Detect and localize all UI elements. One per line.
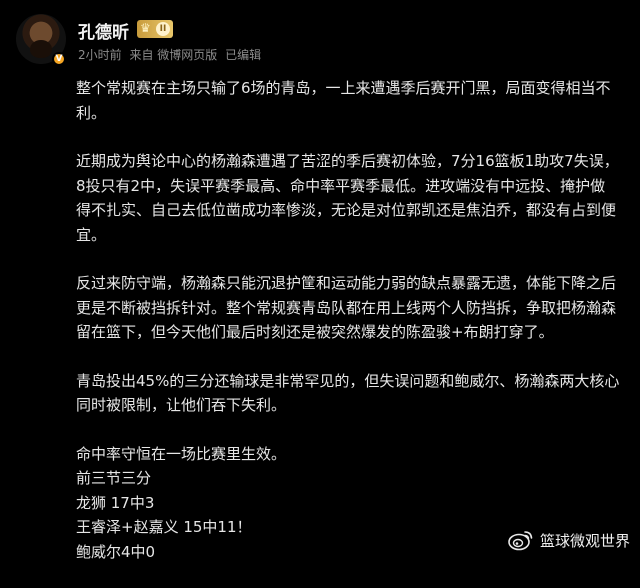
text-line: 得不扎实、自己去低位凿成功率惨淡，无论是对位郭凯还是焦泊乔，都没有占到便 <box>76 201 617 219</box>
post-body: 整个常规赛在主场只输了6场的青岛，一上来遭遇季后赛开门黑，局面变得相当不 利。 … <box>76 76 624 588</box>
post-time[interactable]: 2小时前 <box>78 48 122 62</box>
text-line: 同时被限制，让他们吞下失利。 <box>76 396 287 414</box>
text-line: 龙狮 17中3 <box>76 493 155 512</box>
paragraph-3: 反过来防守端，杨瀚森只能沉退护筐和运动能力弱的缺点暴露无遗，体能下降之后 更是不… <box>76 271 624 345</box>
post-meta: 2小时前 来自 微博网页版 已编辑 <box>78 46 265 63</box>
text-line: 8投只有2中，失误平赛季最高、命中率平赛季最低。进攻端没有中远投、掩护做 <box>76 176 606 195</box>
text-line: 留在篮下，但今天他们最后时刻还是被突然爆发的陈盈骏+布朗打穿了。 <box>76 323 554 341</box>
watermark: 篮球微观世界 <box>508 529 630 551</box>
rank-badge-icon[interactable]: ♛ II <box>137 20 173 38</box>
watermark-text: 篮球微观世界 <box>539 531 630 550</box>
post-edited[interactable]: 已编辑 <box>225 48 261 62</box>
text-line: 青岛投出45%的三分还输球是非常罕见的，但失误问题和鲍威尔、杨瀚森两大核心 <box>76 371 620 390</box>
verified-badge-icon: V <box>52 52 66 66</box>
text-line: 宜。 <box>76 225 107 244</box>
crown-icon: ♛ <box>140 21 151 35</box>
post-source: 来自 微博网页版 <box>129 48 218 62</box>
text-line: 命中率守恒在一场比赛里生效。 <box>76 444 287 463</box>
author-avatar[interactable]: V <box>16 14 66 70</box>
post-header: V 孔德昕 ♛ II 2小时前 来自 微博网页版 已编辑 <box>16 14 616 70</box>
text-line: 前三节三分 <box>76 469 152 487</box>
paragraph-2: 近期成为舆论中心的杨瀚森遭遇了苦涩的季后赛初体验，7分16篮板1助攻7失误， 8… <box>76 149 624 247</box>
text-line: 反过来防守端，杨瀚森只能沉退护筐和运动能力弱的缺点暴露无遗，体能下降之后 <box>76 274 617 292</box>
paragraph-4: 青岛投出45%的三分还输球是非常罕见的，但失误问题和鲍威尔、杨瀚森两大核心 同时… <box>76 369 624 418</box>
text-line: 近期成为舆论中心的杨瀚森遭遇了苦涩的季后赛初体验，7分16篮板1助攻7失误， <box>76 152 619 170</box>
rank-level: II <box>156 22 170 36</box>
text-line: 整个常规赛在主场只输了6场的青岛，一上来遭遇季后赛开门黑，局面变得相当不 <box>76 79 611 97</box>
weibo-logo-icon <box>508 529 534 551</box>
author-name[interactable]: 孔德昕 <box>78 18 129 43</box>
text-line: 更是不断被挡拆针对。整个常规赛青岛队都在用上线两个人防挡拆，争取把杨瀚森 <box>76 298 617 317</box>
paragraph-1: 整个常规赛在主场只输了6场的青岛，一上来遭遇季后赛开门黑，局面变得相当不 利。 <box>76 76 624 125</box>
text-line: 利。 <box>76 103 107 122</box>
